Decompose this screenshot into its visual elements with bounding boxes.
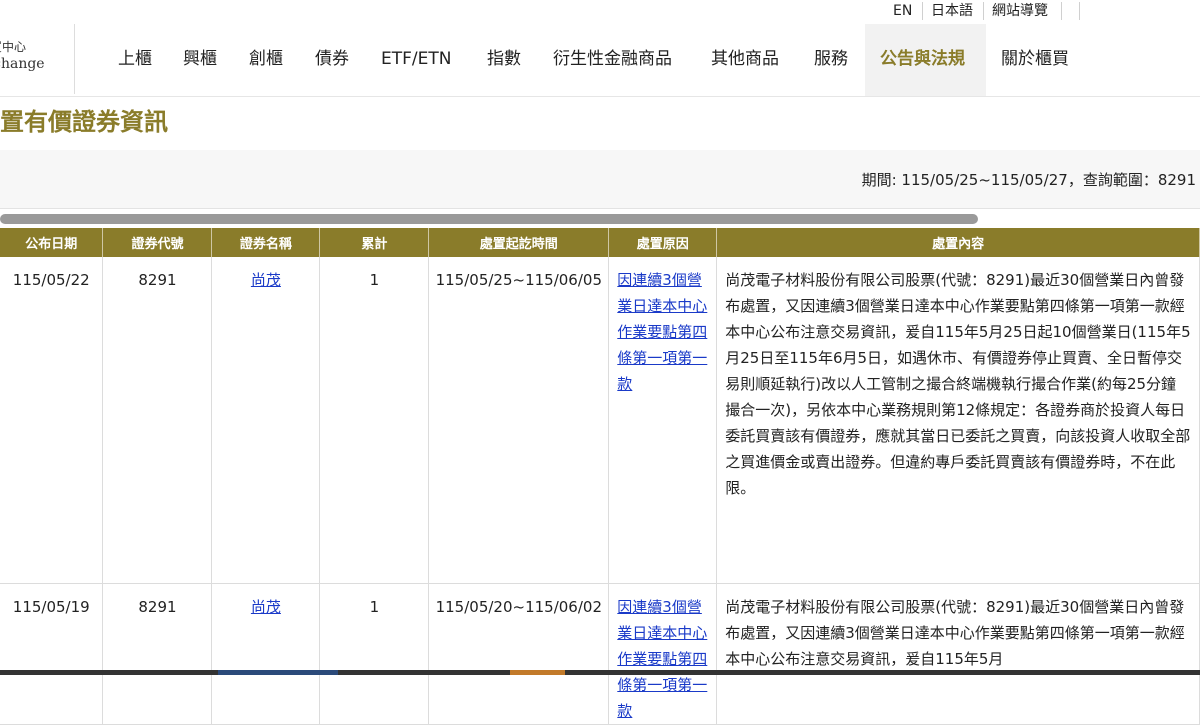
sitemap-link[interactable]: 網站導覽 — [992, 2, 1048, 20]
cell-reason: 因連續3個營業日達本中心作業要點第四條第一項第一款 — [608, 257, 718, 584]
cell-date: 115/05/19 — [0, 583, 104, 725]
lang-en-link[interactable]: EN — [893, 2, 912, 20]
taskbar-item — [218, 670, 338, 675]
nav-item-derivatives[interactable]: 衍生性金融商品 — [553, 48, 672, 70]
cell-period: 115/05/20~115/06/02 — [428, 583, 610, 725]
col-header-reason[interactable]: 處置原因 — [608, 228, 718, 257]
col-header-period[interactable]: 處置起訖時間 — [428, 228, 610, 257]
nav-item-about[interactable]: 關於櫃買 — [1001, 48, 1069, 70]
nav-item-index[interactable]: 指數 — [487, 48, 521, 70]
nav-item-bonds[interactable]: 債券 — [315, 48, 349, 70]
security-name-link[interactable]: 尚茂 — [251, 598, 281, 616]
nav-item-listed[interactable]: 上櫃 — [118, 48, 152, 70]
cell-date: 115/05/22 — [0, 257, 104, 584]
logo-divider — [74, 24, 75, 94]
query-divider — [0, 208, 1200, 209]
cell-count: 1 — [319, 583, 430, 725]
lang-ja-link[interactable]: 日本語 — [931, 2, 973, 20]
cell-period: 115/05/25~115/06/05 — [428, 257, 610, 584]
col-header-code[interactable]: 證券代號 — [102, 228, 213, 257]
cell-code: 8291 — [102, 583, 213, 725]
taskbar-item — [510, 670, 565, 675]
nav-item-gisa[interactable]: 創櫃 — [249, 48, 283, 70]
table-row: 115/05/22 8291 尚茂 1 115/05/25~115/06/05 … — [0, 257, 1200, 584]
nav-item-other-products[interactable]: 其他商品 — [711, 48, 779, 70]
cell-content: 尚茂電子材料股份有限公司股票(代號：8291)最近30個營業日內曾發布處置，又因… — [716, 257, 1200, 584]
security-name-link[interactable]: 尚茂 — [251, 271, 281, 289]
logo-english-text: Exchange — [0, 56, 45, 72]
disposal-table: 公布日期 證券代號 證券名稱 累計 處置起訖時間 處置原因 處置內容 115/0… — [0, 228, 1200, 725]
page-title: 處置有價證券資訊 — [0, 108, 168, 136]
col-header-count[interactable]: 累計 — [319, 228, 430, 257]
nav-item-services[interactable]: 服務 — [814, 48, 848, 70]
reason-link[interactable]: 因連續3個營業日達本中心作業要點第四條第一項第一款 — [617, 598, 707, 720]
util-divider — [922, 2, 923, 20]
nav-item-etf[interactable]: ETF/ETN — [381, 48, 451, 70]
util-divider — [1061, 2, 1062, 20]
horizontal-scrollbar[interactable] — [0, 214, 978, 224]
cell-reason: 因連續3個營業日達本中心作業要點第四條第一項第一款 — [608, 583, 718, 725]
col-header-name[interactable]: 證券名稱 — [211, 228, 321, 257]
cell-count: 1 — [319, 257, 430, 584]
utility-bar: EN 日本語 網站導覽 — [0, 0, 1200, 24]
logo-chinese-text: 櫃買中心 — [0, 40, 27, 54]
query-range-text: 期間: 115/05/25~115/05/27，查詢範圍：8291 — [861, 171, 1196, 189]
col-header-content[interactable]: 處置內容 — [716, 228, 1200, 257]
nav-item-announcements[interactable]: 公告與法規 — [880, 48, 965, 70]
taskbar-strip — [0, 670, 1200, 675]
header-divider — [0, 96, 1200, 97]
cell-name: 尚茂 — [211, 583, 321, 725]
cell-content: 尚茂電子材料股份有限公司股票(代號：8291)最近30個營業日內曾發布處置，又因… — [716, 583, 1200, 725]
reason-link[interactable]: 因連續3個營業日達本中心作業要點第四條第一項第一款 — [617, 271, 707, 393]
search-box-edge — [1079, 2, 1080, 20]
cell-name: 尚茂 — [211, 257, 321, 584]
table-header-row: 公布日期 證券代號 證券名稱 累計 處置起訖時間 處置原因 處置內容 — [0, 228, 1200, 257]
cell-code: 8291 — [102, 257, 213, 584]
table-row: 115/05/19 8291 尚茂 1 115/05/20~115/06/02 … — [0, 583, 1200, 725]
util-divider — [983, 2, 984, 20]
col-header-date[interactable]: 公布日期 — [0, 228, 104, 257]
nav-item-emerging[interactable]: 興櫃 — [183, 48, 217, 70]
